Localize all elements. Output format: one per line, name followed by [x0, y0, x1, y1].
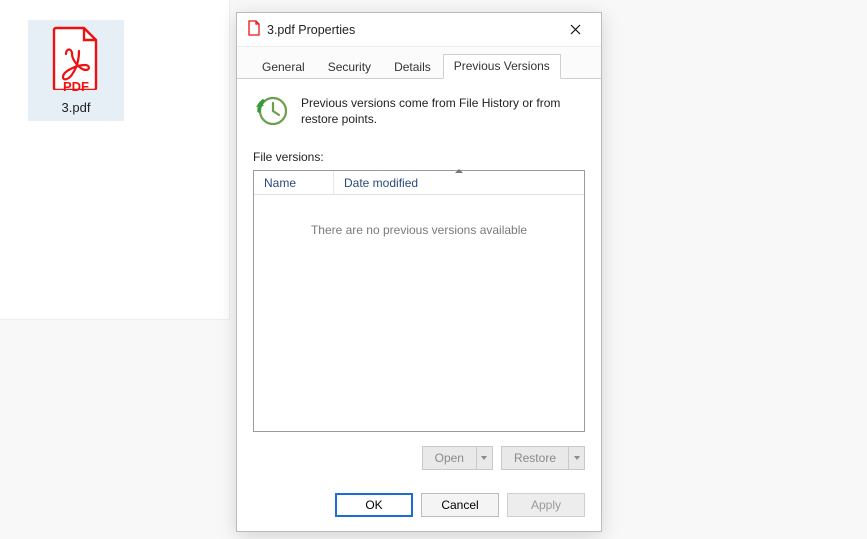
tab-strip: General Security Details Previous Versio…	[237, 47, 601, 79]
tab-details[interactable]: Details	[383, 55, 442, 79]
tab-content: Previous versions come from File History…	[237, 79, 601, 483]
titlebar[interactable]: 3.pdf Properties	[237, 13, 601, 47]
column-name[interactable]: Name	[254, 171, 334, 194]
dialog-title: 3.pdf Properties	[267, 23, 555, 37]
info-text: Previous versions come from File History…	[301, 93, 585, 132]
pdf-small-icon	[247, 20, 261, 39]
tab-general[interactable]: General	[251, 55, 316, 79]
info-row: Previous versions come from File History…	[253, 93, 585, 132]
restore-button-main: Restore	[501, 446, 569, 470]
close-button[interactable]	[555, 16, 595, 44]
list-empty-message: There are no previous versions available	[254, 195, 584, 431]
tab-previous-versions[interactable]: Previous Versions	[443, 54, 561, 79]
dialog-footer: OK Cancel Apply	[237, 483, 601, 531]
sort-indicator-icon	[455, 169, 463, 173]
cancel-button[interactable]: Cancel	[421, 493, 499, 517]
apply-button: Apply	[507, 493, 585, 517]
file-versions-label: File versions:	[253, 150, 585, 164]
pdf-badge: PDF	[28, 79, 124, 94]
tab-security[interactable]: Security	[317, 55, 382, 79]
close-icon	[570, 24, 581, 35]
desktop-area: PDF 3.pdf	[0, 0, 230, 320]
list-header: Name Date modified	[254, 171, 584, 195]
file-label: 3.pdf	[28, 100, 124, 115]
ok-button[interactable]: OK	[335, 493, 413, 517]
restore-button-dropdown	[569, 446, 585, 470]
versions-list[interactable]: Name Date modified There are no previous…	[253, 170, 585, 432]
column-date-modified[interactable]: Date modified	[334, 171, 584, 194]
version-actions: Open Restore	[253, 446, 585, 470]
column-date-label: Date modified	[344, 176, 418, 190]
properties-dialog: 3.pdf Properties General Security Detail…	[236, 12, 602, 532]
open-button: Open	[422, 446, 493, 470]
open-button-main: Open	[422, 446, 477, 470]
open-button-dropdown	[477, 446, 493, 470]
history-clock-icon	[253, 93, 289, 132]
file-item-3pdf[interactable]: PDF 3.pdf	[28, 20, 124, 121]
restore-button: Restore	[501, 446, 585, 470]
